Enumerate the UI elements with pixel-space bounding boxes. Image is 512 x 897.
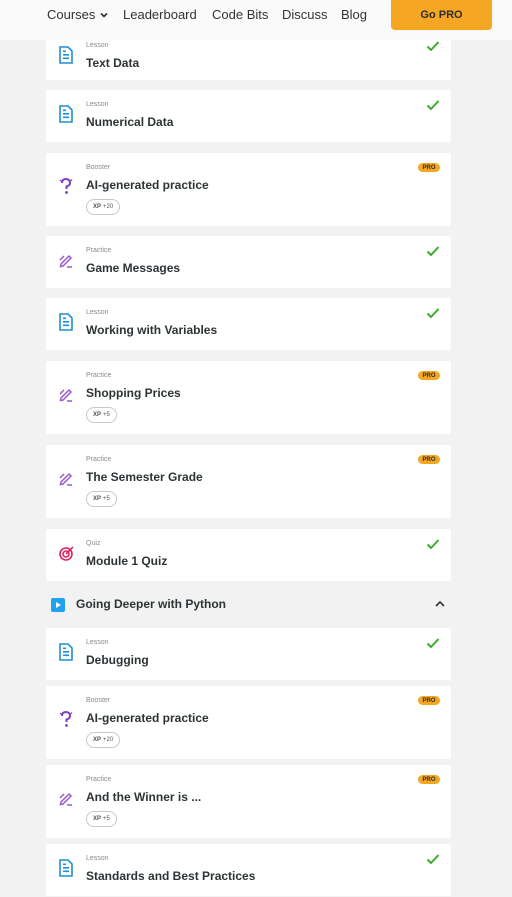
go-pro-button[interactable]: Go PRO: [391, 0, 492, 30]
practice-icon: [58, 789, 74, 807]
xp-value: +5: [103, 412, 110, 418]
chevron-up-icon[interactable]: [434, 599, 446, 609]
lesson-icon: [58, 46, 74, 64]
lesson-type: Lesson: [86, 855, 109, 862]
pro-badge: PRO: [418, 775, 440, 784]
quiz-icon: [58, 544, 74, 562]
xp-label: XP: [93, 204, 102, 210]
top-nav: Courses Leaderboard Code Bits Discuss Bl…: [0, 0, 512, 40]
xp-label: XP: [93, 496, 102, 502]
nav-discuss[interactable]: Discuss: [282, 7, 328, 23]
pro-badge: PRO: [418, 163, 440, 172]
practice-icon: [58, 385, 74, 403]
nav-courses-label: Courses: [47, 7, 96, 22]
lesson-type: Practice: [86, 247, 112, 254]
lesson-type: Practice: [86, 372, 112, 379]
lesson-card[interactable]: Lesson Numerical Data: [46, 90, 451, 142]
lesson-title: Text Data: [86, 56, 140, 70]
lesson-type: Booster: [86, 164, 111, 171]
xp-value: +20: [103, 737, 114, 743]
lesson-title: Working with Variables: [86, 323, 218, 337]
module-play-icon: [51, 598, 65, 612]
lesson-card[interactable]: Booster AI-generated practice PRO XP +20: [46, 153, 451, 226]
xp-value: +5: [103, 496, 110, 502]
lesson-card[interactable]: Booster AI-generated practice PRO XP +20: [46, 686, 451, 759]
completed-check-icon: [426, 306, 440, 319]
module-header[interactable]: Going Deeper with Python: [46, 591, 451, 619]
booster-icon: [58, 710, 74, 728]
completed-check-icon: [426, 636, 440, 649]
lesson-type: Practice: [86, 456, 112, 463]
nav-leaderboard[interactable]: Leaderboard: [123, 7, 197, 23]
completed-check-icon: [426, 852, 440, 865]
xp-value: +20: [103, 204, 114, 210]
lesson-icon: [58, 643, 74, 661]
lesson-card[interactable]: Practice Shopping Prices PRO XP +5: [46, 361, 451, 434]
practice-icon: [58, 469, 74, 487]
pro-badge: PRO: [418, 371, 440, 380]
completed-check-icon: [426, 244, 440, 257]
pro-badge: PRO: [418, 455, 440, 464]
lesson-title: The Semester Grade: [86, 470, 203, 484]
module-title: Going Deeper with Python: [76, 597, 227, 611]
lesson-type: Lesson: [86, 42, 109, 49]
xp-label: XP: [93, 816, 102, 822]
xp-reward-badge: XP +20: [86, 199, 121, 215]
nav-code-bits[interactable]: Code Bits: [212, 7, 268, 23]
lesson-type: Lesson: [86, 309, 109, 316]
completed-check-icon: [426, 537, 440, 550]
lesson-icon: [58, 859, 74, 877]
practice-icon: [58, 251, 74, 269]
lesson-card[interactable]: Lesson Standards and Best Practices: [46, 844, 451, 896]
lesson-card[interactable]: Quiz Module 1 Quiz: [46, 529, 451, 581]
lesson-icon: [58, 313, 74, 331]
pro-badge: PRO: [418, 696, 440, 705]
lesson-type: Practice: [86, 776, 112, 783]
lesson-title: Shopping Prices: [86, 386, 181, 400]
lesson-card[interactable]: Practice And the Winner is ... PRO XP +5: [46, 765, 451, 838]
lesson-title: AI-generated practice: [86, 711, 209, 725]
completed-check-icon: [426, 39, 440, 52]
lesson-title: Module 1 Quiz: [86, 554, 168, 568]
xp-reward-badge: XP +5: [86, 811, 117, 827]
lesson-title: Debugging: [86, 653, 149, 667]
lesson-title: AI-generated practice: [86, 178, 209, 192]
lesson-card[interactable]: Practice The Semester Grade PRO XP +5: [46, 445, 451, 518]
lesson-title: Game Messages: [86, 261, 181, 275]
lesson-icon: [58, 105, 74, 123]
lesson-title: Numerical Data: [86, 115, 174, 129]
lesson-title: And the Winner is ...: [86, 790, 202, 804]
nav-courses[interactable]: Courses: [47, 7, 109, 23]
lesson-type: Quiz: [86, 540, 101, 547]
lesson-card[interactable]: Lesson Working with Variables: [46, 298, 451, 350]
xp-reward-badge: XP +5: [86, 407, 117, 423]
lesson-title: Standards and Best Practices: [86, 869, 256, 883]
lesson-card[interactable]: Lesson Debugging: [46, 628, 451, 680]
xp-label: XP: [93, 412, 102, 418]
xp-value: +5: [103, 816, 110, 822]
lesson-card[interactable]: Practice Game Messages: [46, 236, 451, 288]
chevron-down-icon: [100, 12, 108, 18]
xp-label: XP: [93, 737, 102, 743]
booster-icon: [58, 177, 74, 195]
lesson-type: Lesson: [86, 101, 109, 108]
xp-reward-badge: XP +20: [86, 732, 121, 748]
lesson-type: Booster: [86, 697, 111, 704]
lesson-type: Lesson: [86, 639, 109, 646]
nav-blog[interactable]: Blog: [341, 7, 367, 23]
xp-reward-badge: XP +5: [86, 491, 117, 507]
completed-check-icon: [426, 98, 440, 111]
